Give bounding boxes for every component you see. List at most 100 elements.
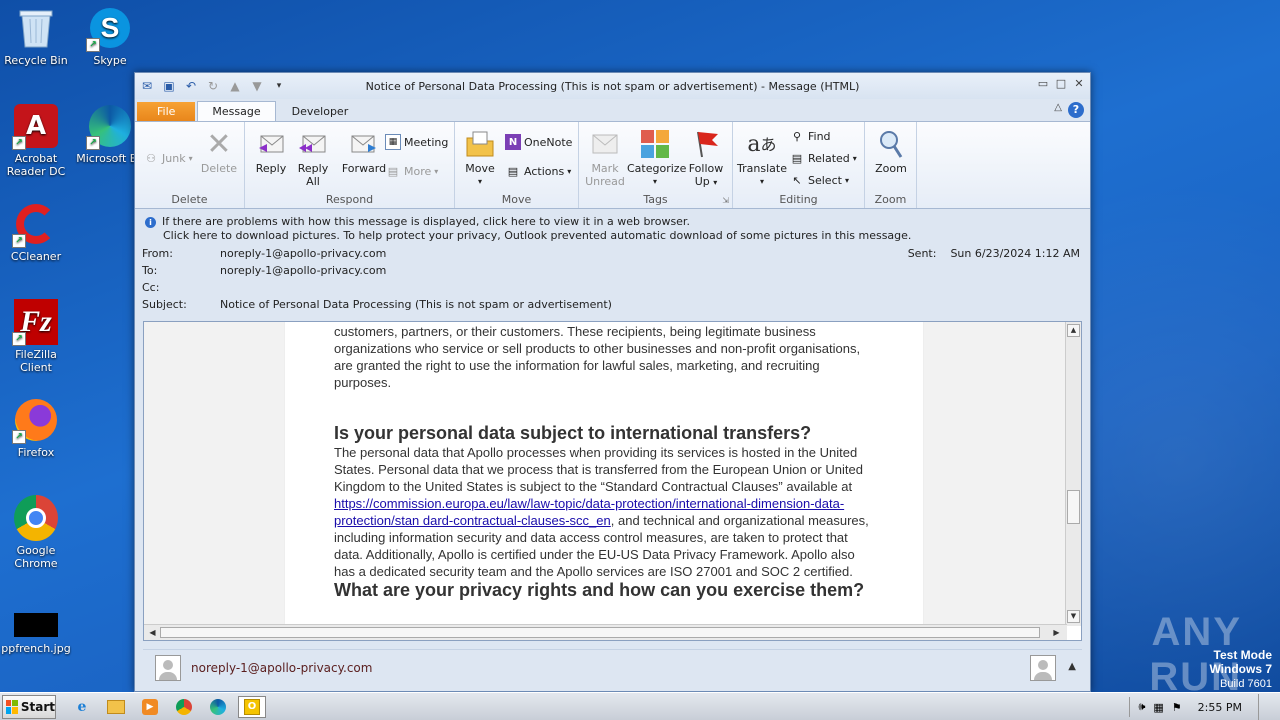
filezilla-icon: Fz ↗ — [12, 299, 58, 346]
translate-icon: aあ — [747, 131, 777, 157]
group-tags: Mark Unread Categorize ▾ Follow Up ▾ Tag… — [579, 122, 733, 208]
vertical-scrollbar[interactable]: ▲ ▼ — [1065, 322, 1081, 626]
subject-value: Notice of Personal Data Processing (This… — [220, 298, 612, 311]
move-button[interactable]: Move ▾ — [461, 128, 499, 188]
infobar[interactable]: i If there are problems with how this me… — [135, 209, 1090, 245]
delete-button[interactable]: ✕ Delete — [199, 128, 239, 175]
reply-all-button[interactable]: Reply All — [293, 128, 333, 188]
forward-button[interactable]: Forward — [341, 128, 387, 175]
from-value[interactable]: noreply-1@apollo-privacy.com — [220, 247, 386, 260]
sent-value: Sun 6/23/2024 1:12 AM — [950, 247, 1080, 260]
ribbon: ⚇ Junk ▾ ✕ Delete Delete Reply Reply All … — [135, 121, 1090, 209]
body-paragraph: The personal data that Apollo processes … — [334, 445, 869, 579]
outlook-icon[interactable]: O — [238, 695, 266, 718]
categorize-button[interactable]: Categorize ▾ — [627, 128, 686, 188]
dialog-launcher-icon[interactable]: ⇲ — [722, 196, 729, 205]
to-value[interactable]: noreply-1@apollo-privacy.com — [220, 264, 386, 277]
expand-people-pane-icon[interactable]: ▲ — [1068, 661, 1076, 672]
people-pane-sender[interactable]: noreply-1@apollo-privacy.com — [191, 661, 372, 675]
horizontal-scroll-thumb[interactable] — [160, 627, 1040, 638]
tab-message[interactable]: Message — [197, 101, 276, 121]
minimize-icon[interactable]: ▭ — [1036, 77, 1050, 91]
cursor-icon: ↖ — [792, 173, 802, 187]
start-button[interactable]: Start — [2, 694, 56, 719]
mark-unread-button[interactable]: Mark Unread — [585, 128, 625, 188]
group-label: Delete — [171, 193, 208, 206]
clock[interactable]: 2:55 PM — [1198, 701, 1242, 714]
message-header: From: noreply-1@apollo-privacy.com To: nor… — [135, 245, 1090, 313]
desktop-icon-recycle-bin[interactable]: Recycle Bin — [0, 6, 72, 67]
redo-icon[interactable]: ↻ — [205, 78, 221, 94]
translate-button[interactable]: aあ Translate ▾ — [737, 128, 787, 188]
body-heading: What are your privacy rights and how can… — [334, 580, 865, 600]
close-icon[interactable]: ✕ — [1072, 77, 1086, 91]
chrome-icon — [14, 495, 58, 541]
junk-button[interactable]: ⚇ Junk ▾ — [143, 150, 193, 166]
windows-logo-icon — [6, 699, 18, 714]
build-label: Build 7601 — [1220, 678, 1272, 690]
mail-icon: ✉ — [141, 79, 153, 93]
ie-icon[interactable]: e — [68, 696, 96, 718]
sender-avatar[interactable] — [155, 654, 181, 681]
scroll-right-arrow-icon[interactable]: ▶ — [1050, 626, 1063, 639]
related-button[interactable]: ▤ Related ▾ — [789, 150, 857, 166]
explorer-icon[interactable] — [102, 696, 130, 718]
customize-qat-icon[interactable]: ▾ — [271, 78, 287, 94]
find-button[interactable]: ⚲ Find — [789, 128, 831, 144]
vertical-scroll-thumb[interactable] — [1067, 490, 1080, 524]
actions-icon: ▤ — [507, 164, 519, 178]
title-bar: ✉ ▣ ↶ ↻ ▲ ▼ ▾ Notice of Personal Data Pr… — [135, 73, 1090, 99]
infobar-pictures-text[interactable]: Click here to download pictures. To help… — [145, 229, 1090, 243]
desktop-icon-acrobat[interactable]: A ↗ Acrobat Reader DC — [0, 104, 72, 178]
select-button[interactable]: ↖ Select ▾ — [789, 172, 849, 188]
reply-button[interactable]: Reply — [251, 128, 291, 175]
maximize-icon[interactable]: □ — [1054, 77, 1068, 91]
zoom-button[interactable]: Zoom — [871, 128, 911, 175]
group-zoom: Zoom Zoom — [865, 122, 917, 208]
actions-button[interactable]: ▤ Actions ▾ — [505, 163, 571, 179]
group-label: Tags — [643, 193, 668, 206]
undo-icon[interactable]: ↶ — [183, 78, 199, 94]
save-icon[interactable]: ▣ — [161, 78, 177, 94]
scroll-up-arrow-icon[interactable]: ▲ — [1067, 324, 1080, 337]
edge-icon[interactable] — [204, 696, 232, 718]
desktop-icon-ppfrench[interactable]: ppfrench.jpg — [0, 612, 72, 655]
show-desktop-button[interactable] — [1258, 694, 1270, 720]
recycle-bin-icon — [14, 6, 58, 50]
desktop-icon-firefox[interactable]: ↗ Firefox — [0, 398, 72, 459]
magnifier-icon — [875, 128, 907, 160]
message-body-pane[interactable]: customers, partners, or their customers.… — [143, 321, 1082, 641]
action-center-flag-icon[interactable]: ⚑ — [1172, 701, 1182, 714]
media-player-icon[interactable]: ▶ — [136, 696, 164, 718]
more-respond-button[interactable]: ▤ More ▾ — [385, 163, 439, 179]
desktop-icon-ccleaner[interactable]: ↗ CCleaner — [0, 202, 72, 263]
people-pane: noreply-1@apollo-privacy.com ▲ — [143, 649, 1082, 685]
desktop-icon-filezilla[interactable]: Fz ↗ FileZilla Client — [0, 299, 72, 374]
volume-icon[interactable]: 🕪 — [1138, 700, 1145, 714]
scroll-left-arrow-icon[interactable]: ◀ — [146, 626, 159, 639]
network-icon[interactable]: ▦ — [1153, 701, 1163, 714]
flag-icon — [690, 128, 722, 160]
next-item-icon[interactable]: ▼ — [249, 78, 265, 94]
from-label: From: — [142, 247, 173, 260]
help-icon[interactable]: ? — [1068, 102, 1084, 118]
desktop-icon-label: Skype — [93, 54, 127, 67]
tab-file[interactable]: File — [137, 102, 196, 121]
contact-avatar[interactable] — [1030, 655, 1056, 681]
meeting-button[interactable]: ▦ Meeting — [385, 134, 448, 150]
previous-item-icon[interactable]: ▲ — [227, 78, 243, 94]
collapse-ribbon-icon[interactable]: △ — [1054, 102, 1062, 113]
onenote-button[interactable]: N OneNote — [505, 134, 572, 150]
outlook-message-window: ✉ ▣ ↶ ↻ ▲ ▼ ▾ Notice of Personal Data Pr… — [134, 72, 1091, 692]
tab-developer[interactable]: Developer — [278, 102, 363, 121]
group-respond: Reply Reply All Forward ▦ Meeting ▤ More… — [245, 122, 455, 208]
desktop-icon-chrome[interactable]: Google Chrome — [0, 495, 72, 570]
follow-up-button[interactable]: Follow Up ▾ — [685, 128, 727, 189]
horizontal-scrollbar[interactable]: ◀ ▶ — [144, 624, 1067, 640]
scroll-down-arrow-icon[interactable]: ▼ — [1067, 610, 1080, 623]
desktop-icon-skype[interactable]: S ↗ Skype — [74, 6, 146, 67]
calendar-icon: ▦ — [385, 134, 401, 150]
infobar-browser-text[interactable]: If there are problems with how this mess… — [145, 215, 1090, 229]
folder-move-icon — [464, 128, 496, 160]
chrome-icon[interactable] — [170, 696, 198, 718]
